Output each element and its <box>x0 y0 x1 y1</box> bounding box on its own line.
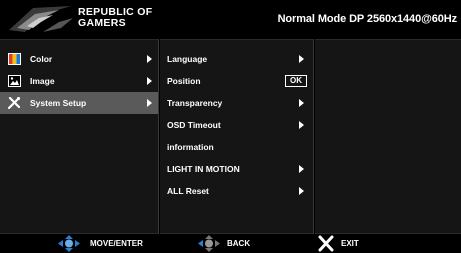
ok-button[interactable]: OK <box>285 75 307 87</box>
submenu-label: Transparency <box>167 98 223 108</box>
main-menu-item-system-setup[interactable]: System Setup <box>0 92 158 114</box>
joystick-4way-icon <box>58 235 80 252</box>
chevron-right-icon <box>299 99 304 107</box>
chevron-right-icon <box>299 55 304 63</box>
submenu-label: Language <box>167 54 208 64</box>
footer-move-enter[interactable]: MOVE/ENTER <box>56 234 176 253</box>
chevron-right-icon <box>299 121 304 129</box>
footer-exit[interactable]: EXIT <box>318 234 378 253</box>
osd-footer: MOVE/ENTER BACK EXIT <box>0 234 461 253</box>
chevron-right-icon <box>147 77 152 85</box>
footer-exit-label: EXIT <box>341 239 359 248</box>
submenu-label: ALL Reset <box>167 186 209 196</box>
main-menu-item-image[interactable]: Image <box>0 70 158 92</box>
footer-back[interactable]: BACK <box>196 234 266 253</box>
color-palette-icon <box>8 53 21 65</box>
main-menu-label: Image <box>30 76 55 86</box>
osd-header: REPUBLIC OF GAMERS Normal Mode DP 2560x1… <box>0 0 461 39</box>
submenu-panel: Language Position OK Transparency OSD Ti… <box>160 39 314 234</box>
close-icon <box>318 235 334 252</box>
main-menu-item-color[interactable]: Color <box>0 48 158 70</box>
submenu-label: OSD Timeout <box>167 120 221 130</box>
chevron-right-icon <box>147 55 152 63</box>
wrench-screwdriver-icon <box>8 97 21 109</box>
chevron-right-icon <box>299 165 304 173</box>
brand-text: REPUBLIC OF GAMERS <box>78 7 152 29</box>
main-menu-label: System Setup <box>30 98 87 108</box>
detail-panel <box>315 39 461 234</box>
joystick-left-right-icon <box>198 235 220 252</box>
submenu-label: LIGHT IN MOTION <box>167 164 240 174</box>
chevron-right-icon <box>147 99 152 107</box>
chevron-right-icon <box>299 187 304 195</box>
submenu-label: Position <box>167 76 201 86</box>
main-menu-panel: Color Image System Setup <box>0 39 159 234</box>
submenu-item-osd-timeout[interactable]: OSD Timeout <box>160 114 313 136</box>
brand-line-2: GAMERS <box>78 17 126 29</box>
submenu-item-all-reset[interactable]: ALL Reset <box>160 180 313 202</box>
image-icon <box>8 75 21 87</box>
submenu-item-light-in-motion[interactable]: LIGHT IN MOTION <box>160 158 313 180</box>
display-mode-status: Normal Mode DP 2560x1440@60Hz <box>277 13 458 25</box>
main-menu-label: Color <box>30 54 53 64</box>
submenu-label: information <box>167 142 214 152</box>
submenu-item-language[interactable]: Language <box>160 48 313 70</box>
submenu-item-position[interactable]: Position OK <box>160 70 313 92</box>
submenu-item-transparency[interactable]: Transparency <box>160 92 313 114</box>
footer-move-enter-label: MOVE/ENTER <box>90 239 143 248</box>
submenu-item-information[interactable]: information <box>160 136 313 158</box>
footer-back-label: BACK <box>227 239 251 248</box>
